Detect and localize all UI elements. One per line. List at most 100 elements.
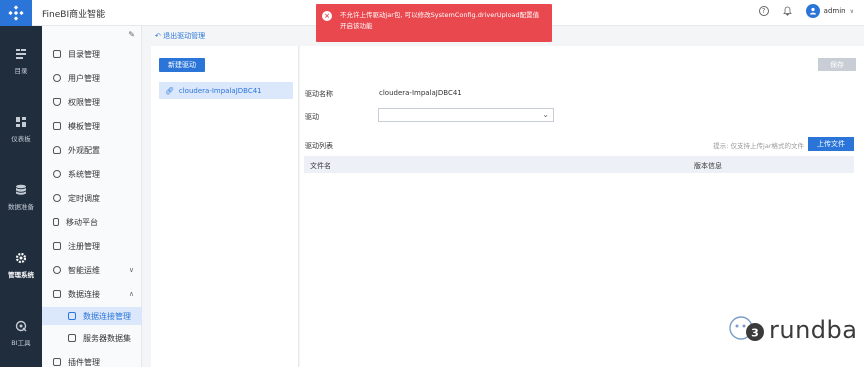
driver-name-value: cloudera-ImpalaJDBC41 [379,89,462,97]
admin-submenu: ✎ 目录管理 用户管理 权限管理 模板管理 外观配置 系统管理 定时调度 移动平… [42,26,142,367]
template-icon [53,122,61,130]
col-file-name: 文件名 [310,162,331,170]
app-title: FineBI商业智能 [42,10,106,20]
bell-icon[interactable] [782,6,792,16]
toast-line-2: 开启该功能 [340,22,373,30]
menu-item-data-connection[interactable]: 数据连接 ∧ [42,285,142,303]
logo-icon [8,5,24,21]
rail-item-dashboard[interactable]: 仪表板 [0,98,42,160]
menu-item-system[interactable]: 系统管理 [42,165,142,183]
watermark-text: rundba [769,316,858,344]
top-right-tools: ? admin ∨ [758,4,854,18]
menu-item-register[interactable]: 注册管理 [42,237,142,255]
menu-label: 权限管理 [68,97,100,107]
user-menu[interactable]: admin ∨ [805,4,854,18]
register-icon [53,242,61,250]
main-nav-rail: 目录 仪表板 数据准备 管理系统 BI工具 [0,26,42,367]
menu-item-users[interactable]: 用户管理 [42,69,142,87]
chevron-down-icon: ∨ [849,7,854,15]
svg-text:3: 3 [751,327,759,340]
driver-list-panel: 新建驱动 🔗︎ cloudera-ImpalaJDBC41 [151,46,299,367]
rail-item-bi-tools[interactable]: BI工具 [0,302,42,364]
admin-label: admin [823,7,846,15]
watermark: 3 rundba [728,315,857,345]
save-button[interactable]: 保存 [818,58,856,71]
menu-label: 移动平台 [66,217,98,227]
menu-label: 目录管理 [68,49,100,59]
menu-label: 服务器数据集 [83,333,131,343]
catalog-mgmt-icon [53,50,61,58]
rail-label: 仪表板 [11,134,31,143]
clock-icon [53,194,61,202]
user-icon [53,74,61,82]
pin-icon[interactable]: ✎ [128,30,135,39]
rail-label: 数据准备 [8,202,34,211]
menu-item-smart-ops[interactable]: 智能运维 ∨ [42,261,142,279]
chevron-down-icon: ∨ [128,266,134,274]
menu-label: 系统管理 [68,169,100,179]
wechat-logo: 3 [729,316,764,341]
col-version: 版本信息 [694,162,722,170]
menu-item-permissions[interactable]: 权限管理 [42,93,142,111]
menu-item-connection-mgmt[interactable]: 数据连接管理 [42,307,142,325]
menu-item-templates[interactable]: 模板管理 [42,117,142,135]
menu-item-catalog[interactable]: 目录管理 [42,45,142,63]
plugin-icon [53,358,61,366]
server-dataset-icon [68,334,76,342]
back-link-label: 退出驱动管理 [163,32,206,40]
toast-line-1: 不允许上传驱动jar包, 可以修改SystemConfig.driverUplo… [340,11,540,19]
driver-list-label: 驱动列表 [305,142,333,150]
tool-icon [15,320,27,331]
rail-label: 目录 [14,66,28,75]
gear-icon [15,252,27,263]
error-toast: × 不允许上传驱动jar包, 可以修改SystemConfig.driverUp… [316,4,552,42]
rail-label: 管理系统 [8,270,34,279]
error-icon: × [322,11,332,21]
rail-label: BI工具 [11,338,31,347]
upload-file-button[interactable]: 上传文件 [808,137,854,151]
menu-label: 插件管理 [68,357,100,367]
exit-driver-mgmt-link[interactable]: ↶ 退出驱动管理 [155,31,205,41]
menu-item-schedule[interactable]: 定时调度 [42,189,142,207]
menu-item-plugins[interactable]: 插件管理 [42,353,142,367]
rail-item-catalog[interactable]: 目录 [0,30,42,92]
settings-icon [53,170,61,178]
new-driver-button[interactable]: 新建驱动 [159,58,205,72]
ops-icon [53,266,61,274]
menu-label: 用户管理 [68,73,100,83]
back-arrow-icon: ↶ [155,32,161,40]
menu-label: 数据连接 [68,289,100,299]
driver-name-label: 驱动名称 [305,90,333,98]
menu-label: 注册管理 [68,241,100,251]
connection-icon [53,290,61,298]
menu-label: 模板管理 [68,121,100,131]
upload-hint: 提示: 仅支持上传jar格式的文件 [713,142,804,150]
link-icon: 🔗︎ [165,86,174,95]
rail-item-admin[interactable]: 管理系统 [0,234,42,296]
chevron-up-icon: ∧ [128,290,134,298]
driver-list-item[interactable]: 🔗︎ cloudera-ImpalaJDBC41 [159,82,293,99]
driver-select[interactable]: ⌄ [378,108,554,122]
help-icon[interactable]: ? [758,6,769,16]
menu-item-mobile[interactable]: 移动平台 [42,213,142,231]
database-icon [16,184,26,195]
menu-label: 智能运维 [68,265,100,275]
app-logo[interactable] [0,0,32,26]
connection-mgmt-icon [68,312,76,320]
menu-label: 外观配置 [68,145,100,155]
dashboard-icon [16,116,26,127]
menu-item-server-dataset[interactable]: 服务器数据集 [42,329,142,347]
driver-item-label: cloudera-ImpalaJDBC41 [178,86,262,95]
menu-label: 数据连接管理 [83,311,131,321]
appearance-icon [53,146,61,154]
rail-item-data-prep[interactable]: 数据准备 [0,166,42,228]
avatar [805,4,820,18]
shield-icon [53,98,61,106]
file-table-header: 文件名 版本信息 [304,156,854,173]
menu-label: 定时调度 [68,193,100,203]
catalog-icon [16,48,26,59]
driver-label: 驱动 [305,113,319,121]
mobile-icon [53,218,59,226]
menu-item-appearance[interactable]: 外观配置 [42,141,142,159]
chevron-down-icon: ⌄ [542,110,549,119]
